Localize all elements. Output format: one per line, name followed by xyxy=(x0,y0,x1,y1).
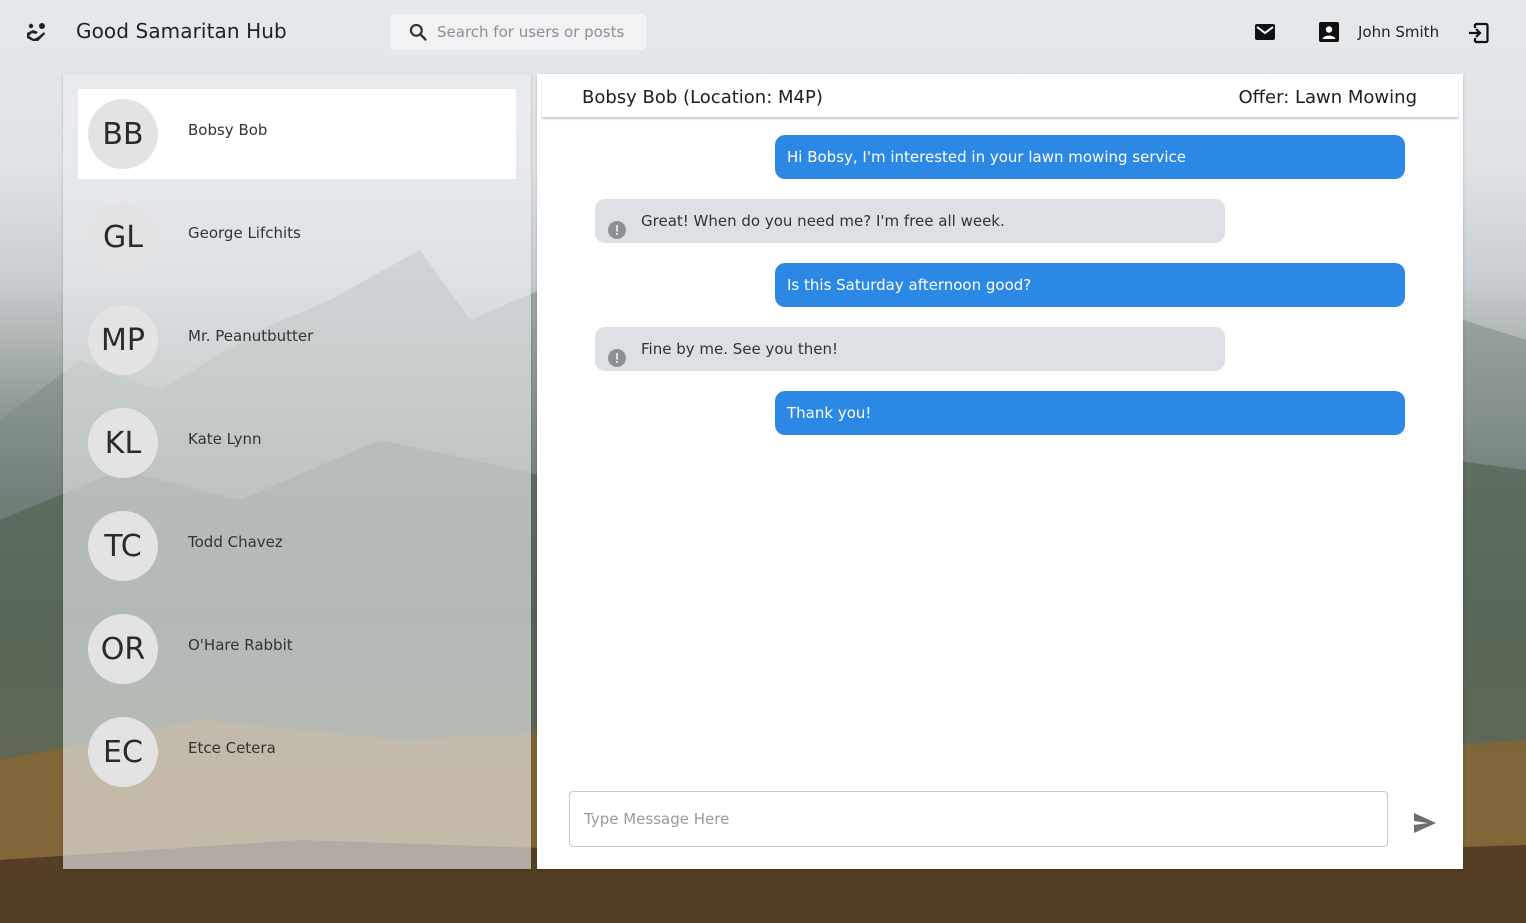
contact-name: Bobsy Bob xyxy=(188,121,268,139)
incoming-message: Fine by me. See you then! xyxy=(595,327,1225,371)
avatar: TC xyxy=(88,511,158,581)
avatar: KL xyxy=(88,408,158,478)
mail-icon[interactable] xyxy=(1254,22,1276,42)
search-input[interactable] xyxy=(437,14,637,50)
avatar: OR xyxy=(88,614,158,684)
account-box-icon[interactable] xyxy=(1319,22,1339,42)
avatar: GL xyxy=(88,202,158,272)
top-app-bar: Good Samaritan Hub John Smith xyxy=(0,0,1526,64)
outgoing-message: Is this Saturday afternoon good? xyxy=(775,263,1405,307)
outgoing-message: Thank you! xyxy=(775,391,1405,435)
contact-item[interactable]: TC Todd Chavez xyxy=(78,501,516,591)
chat-header: Bobsy Bob (Location: M4P) Offer: Lawn Mo… xyxy=(542,79,1458,117)
incoming-message: Great! When do you need me? I'm free all… xyxy=(595,199,1225,243)
contacts-panel: BB Bobsy Bob GL George Lifchits MP Mr. P… xyxy=(63,74,531,869)
logout-icon[interactable] xyxy=(1467,22,1489,44)
user-name[interactable]: John Smith xyxy=(1358,23,1439,41)
send-icon[interactable] xyxy=(1413,812,1437,834)
hands-heart-icon[interactable] xyxy=(24,20,48,44)
message-text: Hi Bobsy, I'm interested in your lawn mo… xyxy=(787,148,1187,166)
outgoing-message: Hi Bobsy, I'm interested in your lawn mo… xyxy=(775,135,1405,179)
avatar: MP xyxy=(88,305,158,375)
contact-item[interactable]: KL Kate Lynn xyxy=(78,398,516,488)
search-icon xyxy=(408,22,428,42)
contact-name: Mr. Peanutbutter xyxy=(188,327,314,345)
app-title[interactable]: Good Samaritan Hub xyxy=(76,19,287,43)
chat-title: Bobsy Bob (Location: M4P) xyxy=(582,87,823,108)
chat-panel: Bobsy Bob (Location: M4P) Offer: Lawn Mo… xyxy=(537,74,1463,869)
contact-name: George Lifchits xyxy=(188,224,301,242)
contact-name: O'Hare Rabbit xyxy=(188,636,293,654)
message-text: Great! When do you need me? I'm free all… xyxy=(641,212,1005,230)
contact-item[interactable]: EC Etce Cetera xyxy=(78,707,516,797)
alert-circle-icon xyxy=(608,212,626,239)
message-input[interactable] xyxy=(584,792,1374,846)
contact-name: Kate Lynn xyxy=(188,430,262,448)
search-bar[interactable] xyxy=(390,14,646,50)
contact-item[interactable]: OR O'Hare Rabbit xyxy=(78,604,516,694)
message-text: Is this Saturday afternoon good? xyxy=(787,276,1032,294)
contact-name: Todd Chavez xyxy=(188,533,283,551)
message-text: Thank you! xyxy=(787,404,872,422)
alert-circle-icon xyxy=(608,340,626,367)
message-text: Fine by me. See you then! xyxy=(641,340,838,358)
contact-item[interactable]: BB Bobsy Bob xyxy=(78,89,516,179)
avatar: BB xyxy=(88,99,158,169)
contact-item[interactable]: MP Mr. Peanutbutter xyxy=(78,295,516,385)
contact-name: Etce Cetera xyxy=(188,739,276,757)
contact-item[interactable]: GL George Lifchits xyxy=(78,192,516,282)
avatar: EC xyxy=(88,717,158,787)
chat-offer: Offer: Lawn Mowing xyxy=(1238,87,1417,108)
message-compose-box[interactable] xyxy=(569,791,1388,847)
